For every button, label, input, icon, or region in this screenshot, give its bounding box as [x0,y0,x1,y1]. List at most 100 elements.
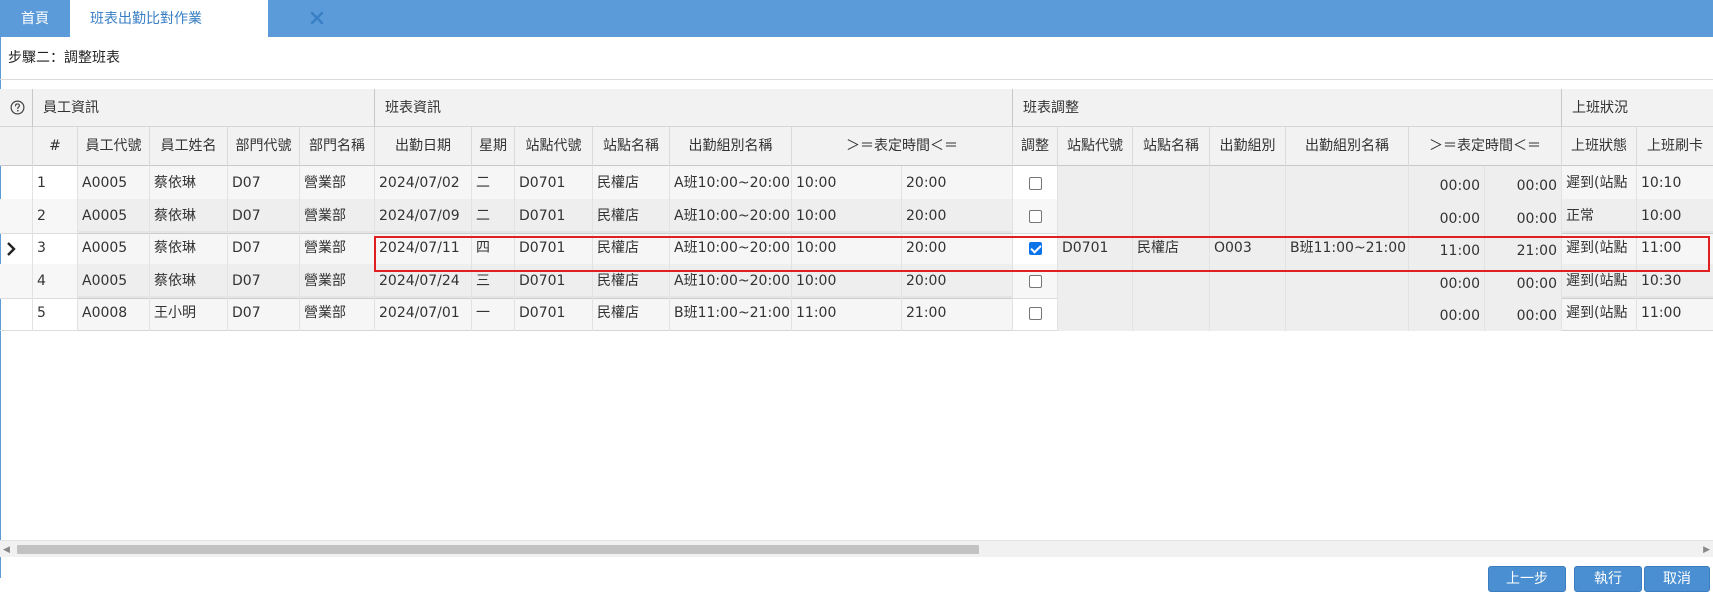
cell-adj-shift-name[interactable] [1285,296,1408,331]
horizontal-scrollbar[interactable]: ◀ ▶ [0,540,1713,557]
cell-adj-shift-name[interactable] [1285,198,1408,234]
cell-punch: 10:10 [1636,166,1713,201]
adjust-checkbox[interactable] [1028,274,1042,288]
cell-site-code: D0701 [514,198,592,234]
cell-emp-name: 蔡依琳 [149,231,227,266]
cell-start: 10:00 [791,198,901,234]
adjust-checkbox[interactable] [1028,177,1042,190]
cell-end: 20:00 [901,263,1012,299]
table-row[interactable]: 3 A0005 蔡依琳 D07 營業部 2024/07/11 四 D0701 民權店 A班10:0… [0,231,1713,266]
cell-adj-group[interactable] [1209,198,1285,234]
column-header-adj-shift-name[interactable]: 出勤組別名稱 [1285,127,1408,166]
cell-adj-start[interactable]: 00:00 [1408,198,1484,234]
column-header-emp-code[interactable]: 員工代號 [77,127,149,166]
scrollbar-thumb[interactable] [17,545,979,554]
table-row[interactable]: 5 A0008 王小明 D07 營業部 2024/07/01 一 D0701 民權店 B班11:0… [0,296,1713,331]
column-header-emp-name[interactable]: 員工姓名 [149,127,227,166]
table-row[interactable]: 2 A0005 蔡依琳 D07 營業部 2024/07/09 二 D0701 民權店 A班10:0… [0,198,1713,234]
cell-punch: 10:00 [1636,198,1713,234]
previous-step-button[interactable]: 上一步 [1488,566,1566,592]
cell-adj-site-code[interactable]: D0701 [1057,231,1132,266]
cell-shift-name: A班10:00~20:00 [669,263,791,299]
column-header-adj-site-code[interactable]: 站點代號 [1057,127,1132,166]
cell-adj-group[interactable] [1209,263,1285,299]
column-header-site-code[interactable]: 站點代號 [514,127,592,166]
column-header-date[interactable]: 出勤日期 [374,127,471,166]
cell-adj-start[interactable]: 00:00 [1408,166,1484,201]
cell-shift-name: A班10:00~20:00 [669,198,791,234]
cell-adj-end[interactable]: 21:00 [1484,231,1561,266]
cell-adj-site-code[interactable] [1057,198,1132,234]
tab-bar: 首頁 班表出勤比對作業 [0,0,1713,37]
cell-weekday: 三 [471,263,514,299]
cell-site-name: 民權店 [592,166,669,201]
tab-schedule-attendance-compare[interactable]: 班表出勤比對作業 [70,0,324,37]
column-header-dept-name[interactable]: 部門名稱 [299,127,374,166]
cell-adj-site-code[interactable] [1057,263,1132,299]
cell-adj-site-name[interactable] [1132,166,1209,201]
help-icon[interactable] [10,100,25,115]
cancel-button[interactable]: 取消 [1644,566,1710,592]
cell-adj-site-code[interactable] [1057,296,1132,331]
cell-adj-start[interactable]: 00:00 [1408,263,1484,299]
cell-shift-name: B班11:00~21:00 [669,296,791,331]
cell-end: 20:00 [901,166,1012,201]
cell-date: 2024/07/02 [374,166,471,201]
scroll-right-arrow-icon[interactable]: ▶ [1703,545,1710,555]
close-icon[interactable] [310,11,324,25]
column-header-dept-code[interactable]: 部門代號 [227,127,299,166]
cell-adj-site-name[interactable]: 民權店 [1132,231,1209,266]
scroll-left-arrow-icon[interactable]: ◀ [3,545,10,555]
cell-adj-start[interactable]: 00:00 [1408,296,1484,331]
cell-adj-end[interactable]: 00:00 [1484,263,1561,299]
cell-adj-start[interactable]: 11:00 [1408,231,1484,266]
column-header-shift-name[interactable]: 出勤組別名稱 [669,127,791,166]
table-row[interactable]: 1 A0005 蔡依琳 D07 營業部 2024/07/02 二 D0701 民權店 A班10:0… [0,166,1713,201]
cell-adjust [1012,198,1057,234]
column-header-site-name[interactable]: 站點名稱 [592,127,669,166]
cell-emp-code: A0005 [77,166,149,201]
adjust-checkbox[interactable] [1028,242,1042,255]
column-header-num[interactable]: # [32,127,77,166]
column-header-adj-site-name[interactable]: 站點名稱 [1132,127,1209,166]
table-row[interactable]: 4 A0005 蔡依琳 D07 營業部 2024/07/24 三 D0701 民權店 A班10:0… [0,263,1713,299]
column-header-adjust[interactable]: 調整 [1012,127,1057,166]
adjust-checkbox[interactable] [1028,307,1042,320]
column-header-time-range[interactable]: ＞＝表定時間＜＝ [791,127,1012,166]
step-title: 步驟二：調整班表 [8,50,120,66]
cell-adj-end[interactable]: 00:00 [1484,296,1561,331]
cell-status: 正常 [1561,198,1636,234]
current-row-pointer-icon [7,242,16,256]
cell-adj-site-name[interactable] [1132,296,1209,331]
cell-site-name: 民權店 [592,296,669,331]
cell-adj-shift-name[interactable] [1285,166,1408,201]
adjust-checkbox[interactable] [1028,209,1042,223]
cell-status: 遲到(站點 [1561,296,1636,331]
cell-adj-shift-name[interactable] [1285,263,1408,299]
cell-adj-site-name[interactable] [1132,198,1209,234]
cell-end: 20:00 [901,198,1012,234]
cell-adj-site-code[interactable] [1057,166,1132,201]
column-header-adj-time-range[interactable]: ＞＝表定時間＜＝ [1408,127,1561,166]
cell-emp-name: 王小明 [149,296,227,331]
execute-button[interactable]: 執行 [1574,566,1642,592]
cell-adjust [1012,296,1057,331]
cell-adj-group[interactable]: O003 [1209,231,1285,266]
cell-adj-site-name[interactable] [1132,263,1209,299]
cell-date: 2024/07/24 [374,263,471,299]
cell-emp-code: A0008 [77,296,149,331]
cell-start: 11:00 [791,296,901,331]
cell-punch: 11:00 [1636,231,1713,266]
column-header-punch[interactable]: 上班刷卡 [1636,127,1713,166]
cell-adj-end[interactable]: 00:00 [1484,166,1561,201]
column-header-status[interactable]: 上班狀態 [1561,127,1636,166]
cell-adj-group[interactable] [1209,296,1285,331]
cell-punch: 10:30 [1636,263,1713,299]
cell-adj-end[interactable]: 00:00 [1484,198,1561,234]
column-header-adj-group[interactable]: 出勤組別 [1209,127,1285,166]
cell-adj-group[interactable] [1209,166,1285,201]
cell-adj-shift-name[interactable]: B班11:00~21:00 [1285,231,1408,266]
tab-home[interactable]: 首頁 [0,0,70,37]
column-header-weekday[interactable]: 星期 [471,127,514,166]
schedule-grid[interactable]: 員工資訊 班表資訊 班表調整 上班狀況 # 員工代號 員工姓名 部門代號 部門名稱 出勤日… [0,89,1713,544]
